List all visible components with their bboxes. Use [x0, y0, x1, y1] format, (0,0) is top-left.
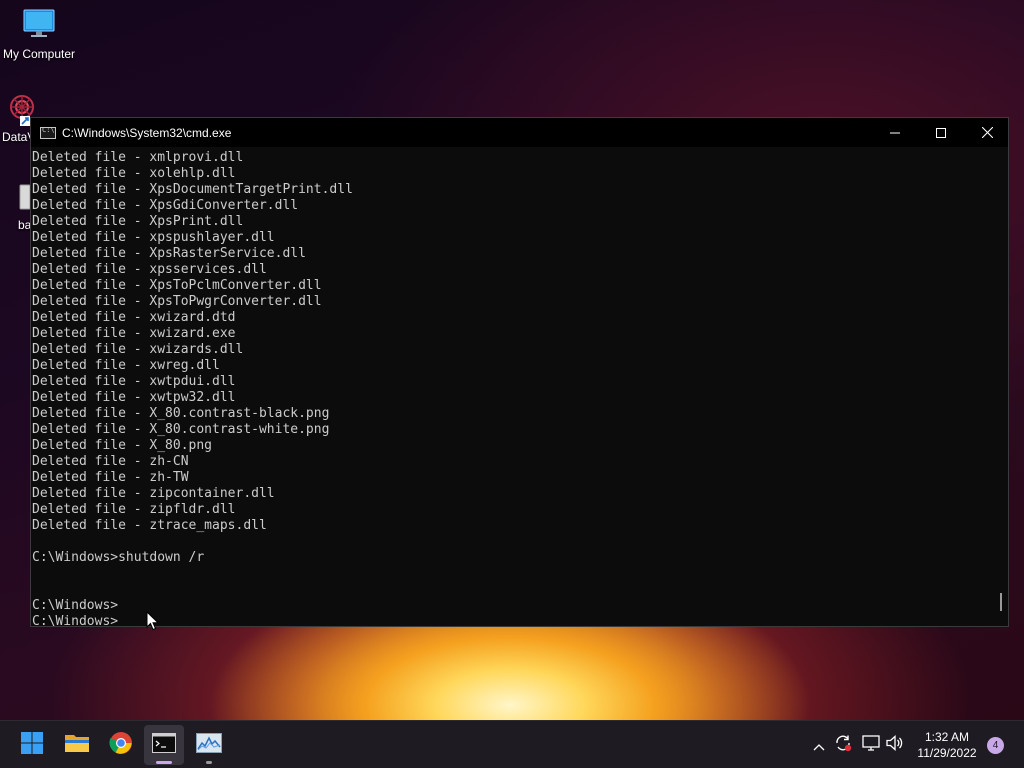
console-line: Deleted file - xwtpw32.dll [32, 390, 236, 405]
console-line: Deleted file - XpsGdiConverter.dll [32, 198, 299, 213]
minimize-icon [890, 123, 900, 142]
taskbar-command-prompt[interactable] [144, 725, 184, 765]
console-line: Deleted file - xwizards.dll [32, 342, 244, 357]
active-indicator [156, 761, 172, 764]
console-line: Deleted file - X_80.png [32, 438, 213, 453]
console-line: Deleted file - XpsRasterService.dll [32, 246, 306, 261]
console-line: Deleted file - XpsDocumentTargetPrint.dl… [32, 182, 353, 197]
terminal-icon [152, 733, 176, 757]
console-line: Deleted file - xolehlp.dll [32, 166, 236, 181]
console-line: Deleted file - X_80.contrast-black.png [32, 406, 330, 421]
console-line: Deleted file - zh-CN [32, 454, 189, 469]
chrome-icon [109, 731, 133, 759]
desktop-icon-my-computer[interactable]: My Computer [2, 8, 76, 61]
sync-alert-icon [834, 734, 852, 756]
taskbar-performance-monitor[interactable] [189, 725, 229, 765]
minimize-button[interactable] [872, 118, 918, 147]
titlebar[interactable]: C:\Windows\System32\cmd.exe [31, 118, 1008, 147]
chevron-up-icon [813, 736, 825, 755]
running-indicator [206, 761, 212, 764]
monitor-icon [22, 8, 56, 44]
mouse-pointer-icon [146, 610, 160, 635]
console-line: C:\Windows> [32, 598, 119, 613]
taskbar: 1:32 AM 11/29/2022 4 [0, 720, 1024, 768]
clock-date: 11/29/2022 [917, 746, 977, 760]
console-line: C:\Windows> [32, 614, 119, 629]
maximize-icon [936, 123, 946, 142]
cmd-window[interactable]: C:\Windows\System32\cmd.exe Deleted file… [30, 117, 1009, 629]
console-line: Deleted file - xwtpdui.dll [32, 374, 236, 389]
cmd-app-icon [40, 126, 56, 139]
volume-icon [886, 735, 904, 755]
desktop-icon-label: My Computer [2, 47, 76, 61]
console-line: C:\Windows>shutdown /r [32, 550, 205, 565]
console-line: Deleted file - zipcontainer.dll [32, 486, 275, 501]
console-line: Deleted file - zipfldr.dll [32, 502, 236, 517]
start-button[interactable] [12, 725, 52, 765]
folder-icon [64, 732, 90, 758]
console-line: Deleted file - xwizard.exe [32, 326, 236, 341]
system-clock[interactable]: 1:32 AM 11/29/2022 [908, 729, 986, 761]
window-title: C:\Windows\System32\cmd.exe [62, 125, 232, 140]
close-button[interactable] [964, 118, 1010, 147]
console-line: Deleted file - xpsservices.dll [32, 262, 267, 277]
console-line: Deleted file - xmlprovi.dll [32, 150, 244, 165]
console-line: Deleted file - xpspushlayer.dll [32, 230, 275, 245]
console-line: Deleted file - xwreg.dll [32, 358, 220, 373]
console-line: Deleted file - XpsToPwgrConverter.dll [32, 294, 322, 309]
console-line: Deleted file - ztrace_maps.dll [32, 518, 267, 533]
console-line: Deleted file - X_80.contrast-white.png [32, 422, 330, 437]
close-icon [981, 123, 993, 142]
tray-network[interactable] [861, 735, 881, 755]
notification-badge[interactable]: 4 [987, 737, 1004, 754]
network-icon [862, 735, 880, 755]
tray-overflow-button[interactable] [809, 735, 829, 755]
taskbar-file-explorer[interactable] [57, 725, 97, 765]
tray-volume[interactable] [885, 735, 905, 755]
console-line: Deleted file - XpsPrint.dll [32, 214, 244, 229]
scrollbar-thumb[interactable] [1000, 593, 1002, 611]
maximize-button[interactable] [918, 118, 964, 147]
windows-start-icon [20, 731, 44, 759]
tray-sync-status[interactable] [833, 735, 853, 755]
console-line: Deleted file - zh-TW [32, 470, 189, 485]
console-output[interactable]: Deleted file - xmlprovi.dll Deleted file … [31, 147, 1001, 629]
taskbar-chrome[interactable] [101, 725, 141, 765]
clock-time: 1:32 AM [924, 730, 970, 744]
console-line: Deleted file - xwizard.dtd [32, 310, 236, 325]
chart-monitor-icon [196, 733, 222, 757]
console-line: Deleted file - XpsToPclmConverter.dll [32, 278, 322, 293]
